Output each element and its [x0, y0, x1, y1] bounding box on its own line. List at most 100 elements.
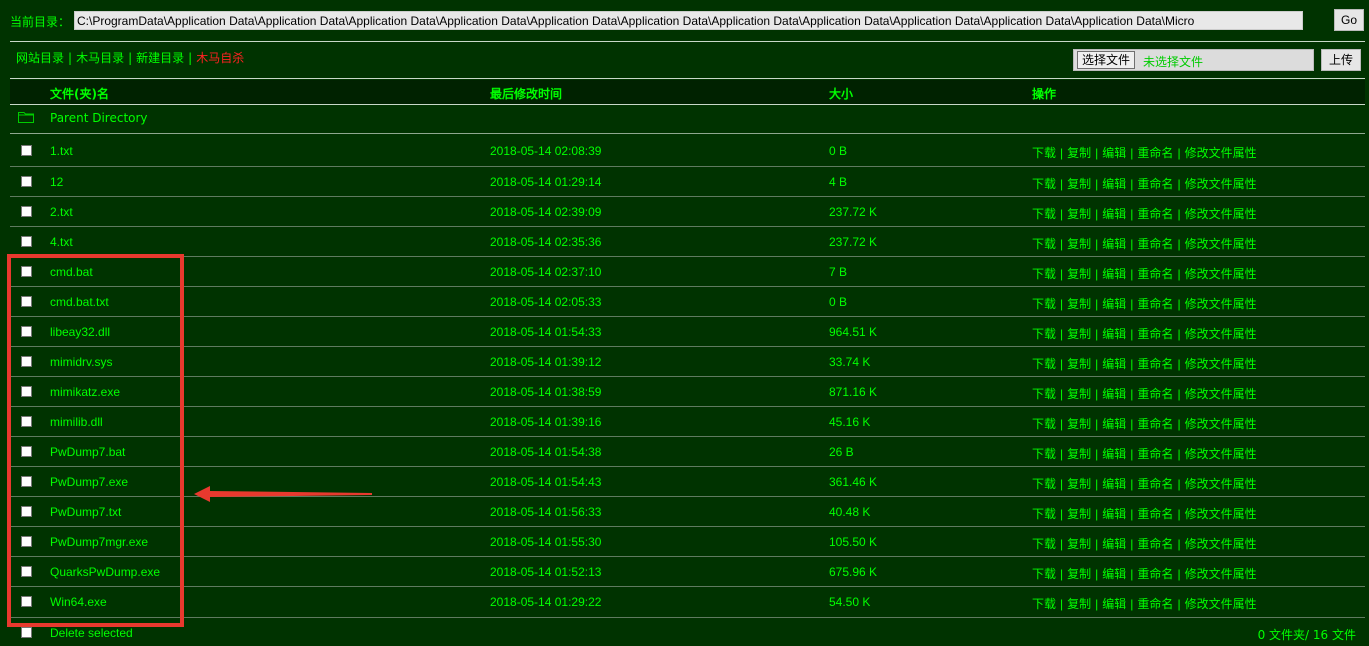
nav-site-dir[interactable]: 网站目录 [16, 51, 64, 65]
edit-link[interactable]: 编辑 [1102, 447, 1126, 461]
nav-new-dir[interactable]: 新建目录 [136, 51, 184, 65]
edit-link[interactable]: 编辑 [1102, 146, 1126, 160]
row-checkbox[interactable] [21, 416, 32, 427]
nav-trojan-dir[interactable]: 木马目录 [76, 51, 124, 65]
row-checkbox[interactable] [21, 266, 32, 277]
row-checkbox[interactable] [21, 446, 32, 457]
download-link[interactable]: 下载 [1032, 417, 1056, 431]
download-link[interactable]: 下载 [1032, 597, 1056, 611]
download-link[interactable]: 下载 [1032, 567, 1056, 581]
chmod-link[interactable]: 修改文件属性 [1185, 146, 1257, 160]
copy-link[interactable]: 复制 [1067, 417, 1091, 431]
chmod-link[interactable]: 修改文件属性 [1185, 417, 1257, 431]
edit-link[interactable]: 编辑 [1102, 477, 1126, 491]
parent-directory-row[interactable]: Parent Directory [10, 105, 1365, 131]
chmod-link[interactable]: 修改文件属性 [1185, 387, 1257, 401]
chmod-link[interactable]: 修改文件属性 [1185, 267, 1257, 281]
chmod-link[interactable]: 修改文件属性 [1185, 447, 1257, 461]
download-link[interactable]: 下载 [1032, 297, 1056, 311]
rename-link[interactable]: 重命名 [1137, 357, 1173, 371]
rename-link[interactable]: 重命名 [1137, 177, 1173, 191]
header-mtime[interactable]: 最后修改时间 [490, 85, 562, 102]
copy-link[interactable]: 复制 [1067, 357, 1091, 371]
row-checkbox[interactable] [21, 506, 32, 517]
file-name-link[interactable]: libeay32.dll [50, 325, 110, 339]
copy-link[interactable]: 复制 [1067, 567, 1091, 581]
download-link[interactable]: 下载 [1032, 507, 1056, 521]
rename-link[interactable]: 重命名 [1137, 267, 1173, 281]
edit-link[interactable]: 编辑 [1102, 327, 1126, 341]
copy-link[interactable]: 复制 [1067, 477, 1091, 491]
edit-link[interactable]: 编辑 [1102, 537, 1126, 551]
file-name-link[interactable]: PwDump7.txt [50, 505, 121, 519]
path-input[interactable]: C:\ProgramData\Application Data\Applicat… [74, 11, 1303, 30]
choose-file-button[interactable]: 选择文件 [1077, 51, 1136, 69]
copy-link[interactable]: 复制 [1067, 267, 1091, 281]
download-link[interactable]: 下载 [1032, 267, 1056, 281]
chmod-link[interactable]: 修改文件属性 [1185, 177, 1257, 191]
header-name[interactable]: 文件(夹)名 [50, 85, 109, 102]
row-checkbox[interactable] [21, 476, 32, 487]
file-name-link[interactable]: QuarksPwDump.exe [50, 565, 160, 579]
file-name-link[interactable]: mimidrv.sys [50, 355, 112, 369]
copy-link[interactable]: 复制 [1067, 387, 1091, 401]
edit-link[interactable]: 编辑 [1102, 207, 1126, 221]
chmod-link[interactable]: 修改文件属性 [1185, 507, 1257, 521]
row-checkbox[interactable] [21, 176, 32, 187]
file-name-link[interactable]: PwDump7.exe [50, 475, 128, 489]
edit-link[interactable]: 编辑 [1102, 357, 1126, 371]
file-name-link[interactable]: 2.txt [50, 205, 73, 219]
edit-link[interactable]: 编辑 [1102, 597, 1126, 611]
row-checkbox[interactable] [21, 206, 32, 217]
rename-link[interactable]: 重命名 [1137, 507, 1173, 521]
rename-link[interactable]: 重命名 [1137, 417, 1173, 431]
row-checkbox[interactable] [21, 536, 32, 547]
go-button[interactable]: Go [1334, 9, 1364, 31]
edit-link[interactable]: 编辑 [1102, 567, 1126, 581]
edit-link[interactable]: 编辑 [1102, 177, 1126, 191]
download-link[interactable]: 下载 [1032, 357, 1056, 371]
rename-link[interactable]: 重命名 [1137, 597, 1173, 611]
rename-link[interactable]: 重命名 [1137, 297, 1173, 311]
copy-link[interactable]: 复制 [1067, 297, 1091, 311]
row-checkbox[interactable] [21, 296, 32, 307]
rename-link[interactable]: 重命名 [1137, 477, 1173, 491]
download-link[interactable]: 下载 [1032, 146, 1056, 160]
row-checkbox[interactable] [21, 386, 32, 397]
download-link[interactable]: 下载 [1032, 207, 1056, 221]
row-checkbox[interactable] [21, 596, 32, 607]
rename-link[interactable]: 重命名 [1137, 387, 1173, 401]
copy-link[interactable]: 复制 [1067, 327, 1091, 341]
rename-link[interactable]: 重命名 [1137, 327, 1173, 341]
copy-link[interactable]: 复制 [1067, 177, 1091, 191]
edit-link[interactable]: 编辑 [1102, 417, 1126, 431]
delete-selected-button[interactable]: Delete selected [50, 626, 133, 640]
rename-link[interactable]: 重命名 [1137, 207, 1173, 221]
edit-link[interactable]: 编辑 [1102, 507, 1126, 521]
chmod-link[interactable]: 修改文件属性 [1185, 477, 1257, 491]
chmod-link[interactable]: 修改文件属性 [1185, 207, 1257, 221]
chmod-link[interactable]: 修改文件属性 [1185, 237, 1257, 251]
rename-link[interactable]: 重命名 [1137, 567, 1173, 581]
parent-directory-link[interactable]: Parent Directory [50, 111, 148, 125]
chmod-link[interactable]: 修改文件属性 [1185, 537, 1257, 551]
download-link[interactable]: 下载 [1032, 327, 1056, 341]
row-checkbox[interactable] [21, 145, 32, 156]
edit-link[interactable]: 编辑 [1102, 297, 1126, 311]
file-name-link[interactable]: PwDump7mgr.exe [50, 535, 148, 549]
copy-link[interactable]: 复制 [1067, 507, 1091, 521]
row-checkbox[interactable] [21, 356, 32, 367]
chmod-link[interactable]: 修改文件属性 [1185, 597, 1257, 611]
rename-link[interactable]: 重命名 [1137, 537, 1173, 551]
chmod-link[interactable]: 修改文件属性 [1185, 357, 1257, 371]
file-name-link[interactable]: Win64.exe [50, 595, 107, 609]
row-checkbox[interactable] [21, 326, 32, 337]
download-link[interactable]: 下载 [1032, 387, 1056, 401]
chmod-link[interactable]: 修改文件属性 [1185, 567, 1257, 581]
chmod-link[interactable]: 修改文件属性 [1185, 327, 1257, 341]
file-name-link[interactable]: 1.txt [50, 144, 73, 158]
edit-link[interactable]: 编辑 [1102, 387, 1126, 401]
download-link[interactable]: 下载 [1032, 537, 1056, 551]
upload-button[interactable]: 上传 [1321, 49, 1361, 71]
file-name-link[interactable]: PwDump7.bat [50, 445, 125, 459]
